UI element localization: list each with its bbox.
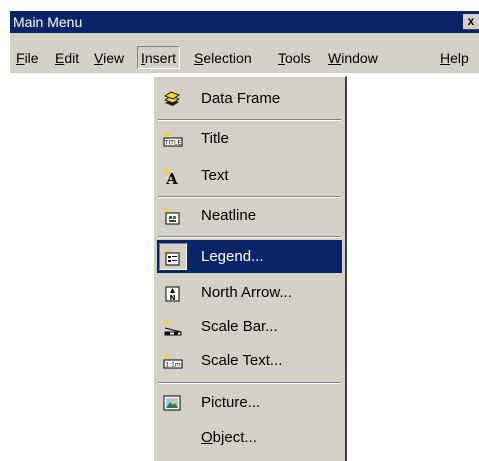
menu-bar: File Edit View Insert Selection Tools Wi… — [10, 33, 479, 73]
menu-separator — [158, 119, 341, 121]
menu-selection-accel: S — [194, 50, 204, 66]
scale-text-icon: 1:1m — [163, 352, 183, 370]
window-title: Main Menu — [13, 14, 83, 30]
neatline-icon — [163, 207, 181, 225]
titlebar[interactable]: Main Menu x — [10, 11, 479, 33]
menu-edit-label: dit — [64, 50, 80, 66]
menu-item-label: Picture... — [201, 394, 261, 411]
svg-text:N: N — [170, 294, 176, 302]
menu-item-label: Scale Bar... — [201, 318, 278, 335]
menu-window-accel: W — [328, 50, 342, 66]
menu-selection[interactable]: Selection — [194, 50, 252, 66]
menu-item-text[interactable]: A Text — [157, 159, 342, 192]
menu-separator — [158, 236, 341, 238]
svg-text:A: A — [165, 170, 178, 185]
menu-item-legend[interactable]: Legend... — [157, 240, 342, 273]
menu-help[interactable]: Help — [440, 50, 469, 66]
menu-window-label: indow — [341, 50, 378, 66]
menu-file[interactable]: File — [16, 50, 39, 66]
menu-item-label: Neatline — [201, 207, 257, 224]
picture-icon — [163, 394, 181, 412]
menu-item-scale-bar[interactable]: Scale Bar... — [157, 310, 342, 343]
menu-item-scale-text[interactable]: 1:1m Scale Text... — [157, 344, 342, 377]
menu-view[interactable]: View — [94, 50, 124, 66]
menu-item-label: Scale Text... — [201, 352, 283, 369]
menu-help-accel: H — [440, 50, 451, 66]
north-arrow-icon: N — [163, 284, 181, 302]
menu-insert-label: nsert — [144, 50, 177, 66]
insert-menu-dropdown: Data Frame TITLE Title A Text Neatline L… — [153, 76, 347, 461]
menu-tools-accel: T — [278, 50, 285, 66]
svg-text:TITLE: TITLE — [164, 140, 181, 147]
menu-selection-label: election — [203, 50, 252, 66]
menu-file-accel: F — [16, 50, 25, 66]
menu-item-label: Text — [201, 167, 229, 184]
close-button[interactable]: x — [463, 14, 479, 30]
menu-view-accel: V — [94, 50, 104, 66]
menu-item-label: North Arrow... — [201, 284, 292, 301]
menu-item-label: Title — [201, 130, 229, 147]
menu-item-object[interactable]: Object... — [157, 421, 342, 454]
menu-file-label: ile — [24, 50, 39, 66]
menu-view-label: iew — [103, 50, 125, 66]
legend-icon — [163, 248, 181, 266]
menu-item-accel: O — [201, 429, 213, 446]
scale-bar-icon — [163, 318, 182, 336]
menu-insert[interactable]: Insert — [137, 46, 181, 69]
menu-item-data-frame[interactable]: Data Frame — [157, 82, 342, 115]
menu-edit[interactable]: Edit — [55, 50, 79, 66]
menu-item-neatline[interactable]: Neatline — [157, 199, 342, 232]
menu-item-label: Object... — [201, 429, 257, 446]
menu-window[interactable]: Window — [328, 50, 378, 66]
svg-text:1:1m: 1:1m — [165, 362, 181, 369]
menu-item-north-arrow[interactable]: N North Arrow... — [157, 276, 342, 309]
menu-tools[interactable]: Tools — [278, 50, 311, 66]
menu-item-label: Legend... — [201, 248, 264, 265]
menu-separator — [158, 196, 341, 198]
menu-separator — [158, 382, 341, 384]
menu-tools-label: ools — [285, 50, 311, 66]
title-icon: TITLE — [163, 130, 183, 148]
menu-item-label: Data Frame — [201, 90, 281, 107]
main-menu-toolbar: Main Menu x File Edit View Insert Select… — [9, 10, 479, 73]
menu-item-title[interactable]: TITLE Title — [157, 122, 342, 155]
menu-help-label: elp — [450, 50, 469, 66]
text-icon: A — [163, 167, 181, 188]
menu-edit-accel: E — [55, 50, 65, 66]
data-frame-icon — [163, 90, 181, 108]
menu-item-picture[interactable]: Picture... — [157, 386, 342, 419]
menu-item-label-rest: bject... — [212, 429, 257, 446]
